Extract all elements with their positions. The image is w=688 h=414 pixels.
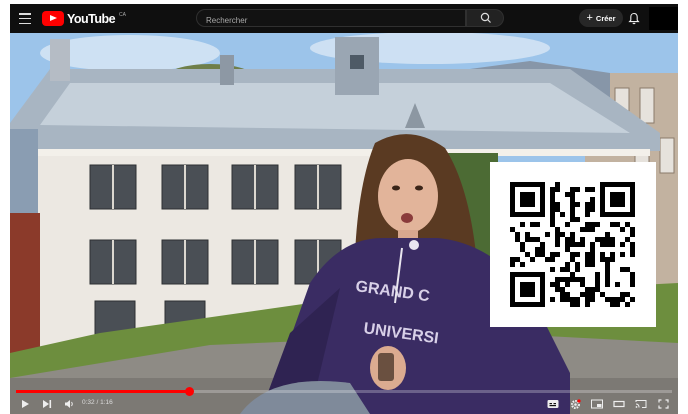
youtube-window: YouTube CA + Créer <box>10 4 678 414</box>
skip-next-icon <box>43 400 52 408</box>
volume-button[interactable] <box>62 397 76 411</box>
qr-code <box>490 162 656 327</box>
cast-icon <box>635 400 647 408</box>
play-button[interactable] <box>18 397 32 411</box>
youtube-logo[interactable]: YouTube CA <box>42 11 126 26</box>
avatar[interactable] <box>649 7 678 30</box>
fullscreen-button[interactable] <box>656 397 670 411</box>
miniplayer-icon <box>591 399 603 409</box>
plus-icon: + <box>586 11 593 24</box>
settings-button[interactable] <box>568 397 582 411</box>
theater-icon <box>613 400 625 408</box>
progress-bar[interactable] <box>16 387 672 396</box>
fullscreen-icon <box>657 399 669 409</box>
search-icon <box>480 12 491 23</box>
captions-button[interactable] <box>546 397 560 411</box>
logo-text: YouTube <box>67 11 116 26</box>
search-box <box>196 9 466 29</box>
time-display: 0:32 / 1:16 <box>82 399 113 406</box>
theater-mode-button[interactable] <box>612 397 626 411</box>
cast-button[interactable] <box>634 397 648 411</box>
progress-played <box>16 390 190 393</box>
miniplayer-button[interactable] <box>590 397 604 411</box>
next-button[interactable] <box>40 397 54 411</box>
top-bar: YouTube CA + Créer <box>10 4 678 33</box>
search-button[interactable] <box>466 9 504 27</box>
video-player[interactable]: GRAND C UNIVERSI 0:32 / 1:16 <box>10 33 678 414</box>
youtube-play-icon <box>42 11 64 26</box>
qr-code-graphic <box>510 182 635 307</box>
logo-country-code: CA <box>119 12 126 18</box>
gear-icon <box>570 398 581 409</box>
play-icon <box>22 400 29 408</box>
search-input[interactable] <box>197 12 456 29</box>
create-label: Créer <box>595 13 616 23</box>
player-controls: 0:32 / 1:16 <box>10 395 678 414</box>
volume-icon <box>64 400 73 408</box>
create-button[interactable]: + Créer <box>579 9 623 27</box>
captions-icon <box>547 400 559 408</box>
menu-icon[interactable] <box>19 13 31 24</box>
bell-icon[interactable] <box>628 12 640 25</box>
